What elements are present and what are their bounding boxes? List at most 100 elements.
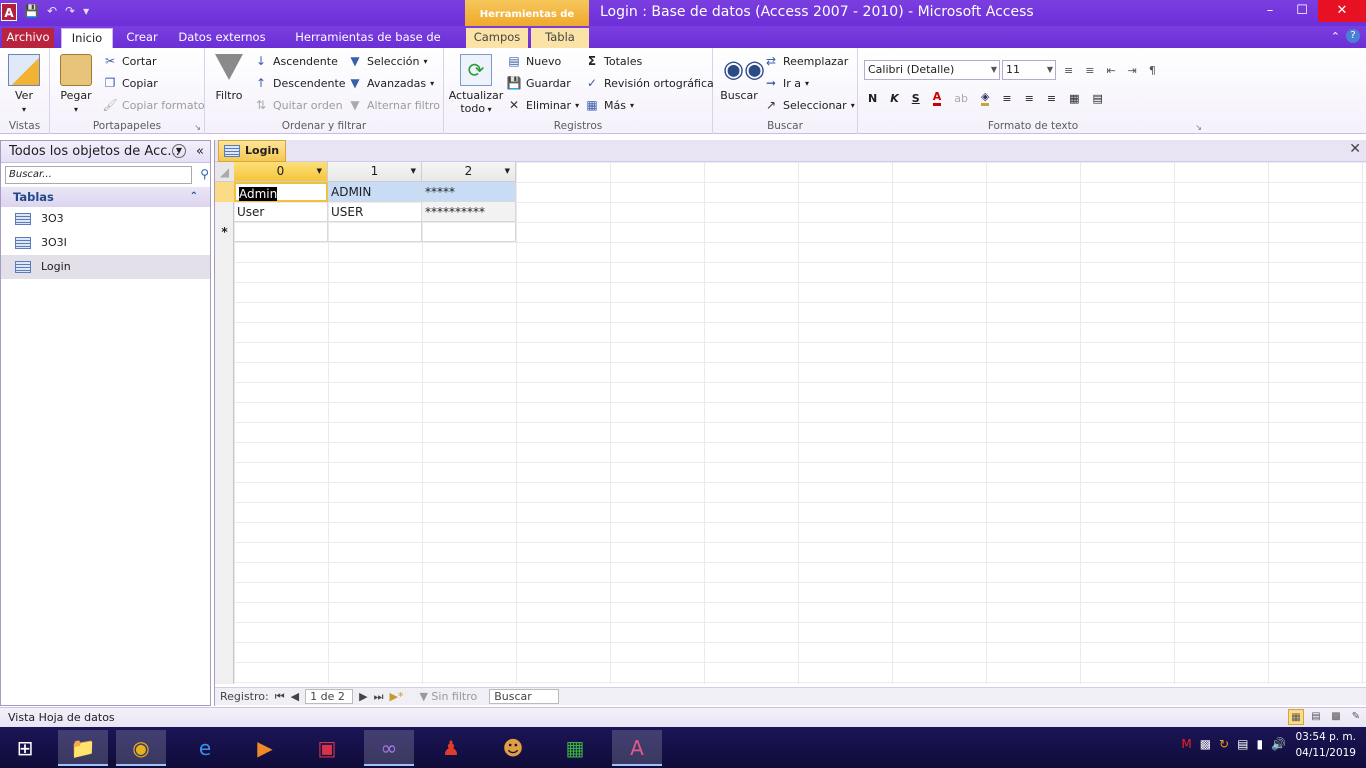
align-right-icon[interactable]: ≡ — [1047, 92, 1056, 105]
cut-button[interactable]: ✂ Cortar — [102, 51, 157, 71]
find-button[interactable]: ◉◉ Buscar — [719, 54, 765, 102]
record-selector[interactable] — [215, 202, 234, 222]
undo-icon[interactable]: ↶ — [47, 4, 57, 18]
table-cell[interactable]: ***** — [422, 182, 516, 202]
close-document-icon[interactable]: ✕ — [1349, 141, 1361, 157]
indent-increase-icon[interactable]: ⇥ — [1128, 64, 1137, 77]
tab-campos[interactable]: Campos — [466, 28, 528, 48]
screen-recorder-icon[interactable]: ▣ — [302, 730, 352, 766]
toggle-filter-button[interactable]: ▼ Alternar filtro — [347, 95, 440, 115]
column-header-0[interactable]: 0 ▼ — [234, 162, 328, 182]
chevron-down-icon[interactable]: ▼ — [317, 162, 322, 181]
minimize-button[interactable]: – — [1254, 0, 1286, 22]
more-button[interactable]: ▦ Más ▾ — [584, 95, 634, 115]
record-search-input[interactable]: Buscar — [489, 689, 560, 704]
save-record-button[interactable]: 💾 Guardar — [506, 73, 571, 93]
goto-button[interactable]: ➞ Ir a ▾ — [763, 73, 809, 93]
no-filter-button[interactable]: ▼ Sin filtro — [419, 690, 477, 703]
dialog-launcher-icon[interactable]: ↘ — [1195, 123, 1202, 132]
ver-button[interactable]: Ver ▾ — [6, 54, 42, 116]
signal-icon[interactable]: ▩ — [1200, 737, 1211, 751]
column-header-2[interactable]: 2 ▼ — [422, 162, 516, 182]
chrome-icon[interactable]: ◉ — [116, 730, 166, 766]
selection-button[interactable]: ▼ Selección ▾ — [347, 51, 427, 71]
refresh-all-button[interactable]: ⟳ Actualizar todo ▾ — [448, 54, 504, 116]
chevron-down-icon[interactable]: ▼ — [172, 144, 186, 158]
indent-decrease-icon[interactable]: ⇤ — [1106, 64, 1115, 77]
paragraph-icon[interactable]: ¶ — [1149, 64, 1156, 77]
spelling-button[interactable]: ✓ Revisión ortográfica — [584, 73, 714, 93]
new-record-marker[interactable]: * — [215, 222, 234, 242]
font-family-combo[interactable]: Calibri (Detalle) ▼ — [864, 60, 1000, 80]
access-taskbar-icon[interactable]: A — [612, 730, 662, 766]
gridlines-icon[interactable]: ▦ — [1069, 92, 1079, 105]
remove-sort-button[interactable]: ⇅ Quitar orden — [253, 95, 343, 115]
network-icon[interactable]: ▤ — [1237, 737, 1248, 751]
doc-tab-login[interactable]: Login — [218, 140, 286, 162]
table-cell[interactable] — [422, 222, 516, 242]
antivirus-icon[interactable]: M — [1181, 737, 1191, 751]
totals-button[interactable]: Σ Totales — [584, 51, 642, 71]
select-all-corner[interactable]: ◢ — [215, 162, 234, 182]
tab-archivo[interactable]: Archivo — [2, 28, 54, 48]
datasheet-grid[interactable]: ◢ 0 ▼ 1 ▼ 2 ▼ Admin ADMIN ***** User USER *… — [215, 162, 1366, 684]
numbering-icon[interactable]: ≡ — [1085, 64, 1094, 77]
previous-record-icon[interactable]: ◀ — [291, 690, 299, 703]
battery-icon[interactable]: ▮ — [1256, 737, 1263, 751]
alt-row-color-icon[interactable]: ▤ — [1092, 92, 1102, 105]
volume-icon[interactable]: 🔊 — [1271, 737, 1286, 751]
chevron-down-icon[interactable]: ▼ — [411, 162, 416, 181]
redo-icon[interactable]: ↷ — [65, 4, 75, 18]
bullets-icon[interactable]: ≡ — [1064, 64, 1073, 77]
italic-button[interactable]: K — [890, 92, 899, 105]
format-painter-button[interactable]: 🖌 Copiar formato — [102, 95, 204, 115]
store-icon[interactable]: ▦ — [550, 730, 600, 766]
sync-icon[interactable]: ↻ — [1219, 737, 1229, 751]
underline-button[interactable]: S — [912, 92, 920, 105]
close-button[interactable]: ✕ — [1318, 0, 1366, 22]
record-position-input[interactable]: 1 de 2 — [305, 689, 354, 704]
media-player-icon[interactable]: ▶ — [240, 730, 290, 766]
help-icon[interactable]: ? — [1346, 29, 1360, 43]
customize-qat-icon[interactable]: ▾ — [83, 4, 89, 18]
tab-crear[interactable]: Crear — [118, 28, 166, 48]
nav-search-input[interactable]: Buscar... ⚲ — [5, 166, 209, 184]
highlight-icon[interactable]: ab — [954, 92, 968, 105]
maximize-button[interactable]: ☐ — [1286, 0, 1318, 22]
chevron-down-icon[interactable]: ▼ — [505, 162, 510, 181]
save-icon[interactable]: 💾 — [24, 4, 39, 18]
font-size-combo[interactable]: 11 ▼ — [1002, 60, 1056, 80]
align-left-icon[interactable]: ≡ — [1002, 92, 1011, 105]
table-cell[interactable]: USER — [328, 202, 422, 222]
align-center-icon[interactable]: ≡ — [1025, 92, 1034, 105]
delete-button[interactable]: ✕ Eliminar ▾ — [506, 95, 579, 115]
table-cell[interactable]: ADMIN — [328, 182, 422, 202]
new-record-button[interactable]: ▤ Nuevo — [506, 51, 561, 71]
fighter-game-icon[interactable]: ☻ — [488, 730, 538, 766]
sort-asc-button[interactable]: ↓ Ascendente — [253, 51, 338, 71]
game-icon[interactable]: ♟ — [426, 730, 476, 766]
first-record-icon[interactable]: ⏮ — [275, 690, 285, 704]
pivottable-view-icon[interactable]: ▤ — [1308, 709, 1324, 725]
copy-button[interactable]: ❐ Copiar — [102, 73, 158, 93]
dialog-launcher-icon[interactable]: ↘ — [194, 123, 201, 132]
clock[interactable]: 03:54 p. m. 04/11/2019 — [1295, 729, 1356, 761]
filter-button[interactable]: Filtro — [211, 54, 247, 102]
tab-inicio[interactable]: Inicio — [61, 28, 113, 48]
new-record-nav-icon[interactable]: ▶* — [389, 690, 403, 703]
collapse-group-icon[interactable]: ⌃ — [190, 187, 198, 207]
file-explorer-icon[interactable]: 📁 — [58, 730, 108, 766]
table-cell[interactable]: User — [234, 202, 328, 222]
access-app-icon[interactable]: A — [1, 3, 17, 21]
table-cell[interactable]: ********** — [422, 202, 516, 222]
start-button[interactable]: ⊞ — [0, 730, 50, 766]
datasheet-view-icon[interactable]: ▦ — [1288, 709, 1304, 725]
design-view-icon[interactable]: ✎ — [1348, 709, 1364, 725]
select-button[interactable]: ↗ Seleccionar ▾ — [763, 95, 855, 115]
nav-group-tablas[interactable]: Tablas ⌃ — [1, 187, 210, 207]
tab-tabla[interactable]: Tabla — [531, 28, 589, 48]
nav-item-303[interactable]: 3O3 — [1, 207, 210, 231]
sort-desc-button[interactable]: ↑ Descendente — [253, 73, 346, 93]
last-record-icon[interactable]: ⏭ — [374, 690, 384, 704]
replace-button[interactable]: ⇄ Reemplazar — [763, 51, 848, 71]
